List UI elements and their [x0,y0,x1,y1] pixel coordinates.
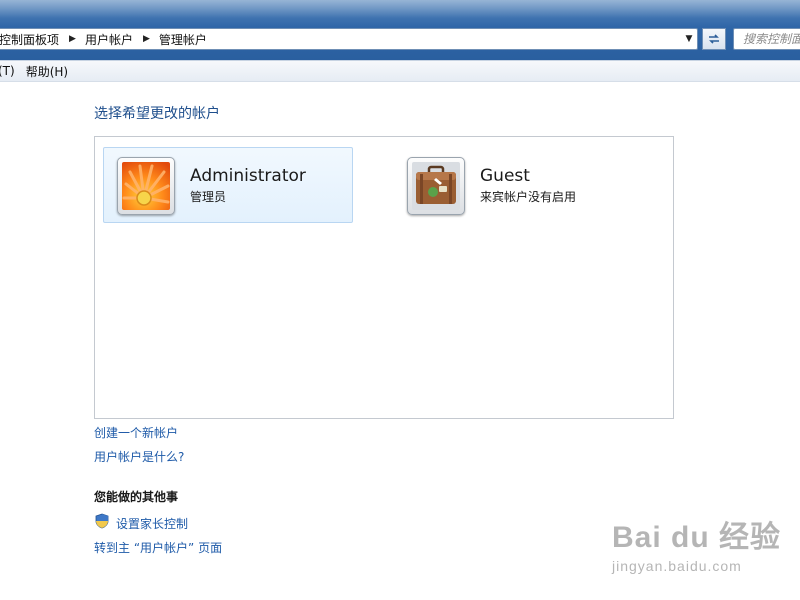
breadcrumb-item-manage-accounts[interactable]: 管理帐户 [159,31,207,48]
watermark-url: jingyan.baidu.com [612,558,742,574]
go-to-user-accounts-link[interactable]: 转到主 “用户帐户” 页面 [94,539,222,556]
account-name: Administrator [190,166,306,186]
menu-item-help[interactable]: 帮助(H) [26,63,68,80]
create-account-link[interactable]: 创建一个新帐户 [94,424,178,441]
menu-item-tools[interactable]: (T) [0,64,15,78]
what-is-account-link[interactable]: 用户帐户是什么? [94,448,184,465]
other-tasks-heading: 您能做的其他事 [94,490,179,504]
breadcrumb-item-user-accounts[interactable]: 用户帐户 [85,31,133,48]
account-picture [117,157,175,215]
accounts-panel: Administrator 管理员 Guest 来宾帐户没有启用 [94,136,674,419]
window-toolbar: 控制面板项 ▶ 用户帐户 ▶ 管理帐户 ▼ 搜索控制面板 [0,0,800,60]
breadcrumb-arrow-icon[interactable]: ▶ [143,34,150,44]
page-title: 选择希望更改的帐户 [94,106,220,122]
search-input[interactable]: 搜索控制面板 [733,28,800,50]
account-tile-guest[interactable]: Guest 来宾帐户没有启用 [393,147,643,223]
suitcase-icon [412,162,460,210]
account-picture [407,157,465,215]
refresh-button[interactable] [702,28,726,50]
watermark-logo-text: Bai du 经验 [612,521,782,554]
menu-bar: (T) 帮助(H) [0,60,800,82]
account-tile-administrator[interactable]: Administrator 管理员 [103,147,353,223]
uac-shield-icon [95,513,109,529]
address-dropdown-icon[interactable]: ▼ [681,29,697,49]
toolbar-gloss [0,0,800,18]
breadcrumb: 控制面板项 ▶ 用户帐户 ▶ 管理帐户 [0,31,207,48]
breadcrumb-arrow-icon[interactable]: ▶ [69,34,76,44]
flower-icon [122,162,170,210]
breadcrumb-item-control-panel-items[interactable]: 控制面板项 [0,31,59,48]
parental-controls-link[interactable]: 设置家长控制 [116,515,188,532]
baidu-watermark: Bai du 经验 jingyan.baidu.com [612,512,781,574]
address-bar[interactable]: 控制面板项 ▶ 用户帐户 ▶ 管理帐户 ▼ [0,28,698,50]
account-name: Guest [480,166,530,186]
account-type: 管理员 [190,190,227,204]
refresh-icon [709,34,719,44]
account-status: 来宾帐户没有启用 [480,190,577,204]
